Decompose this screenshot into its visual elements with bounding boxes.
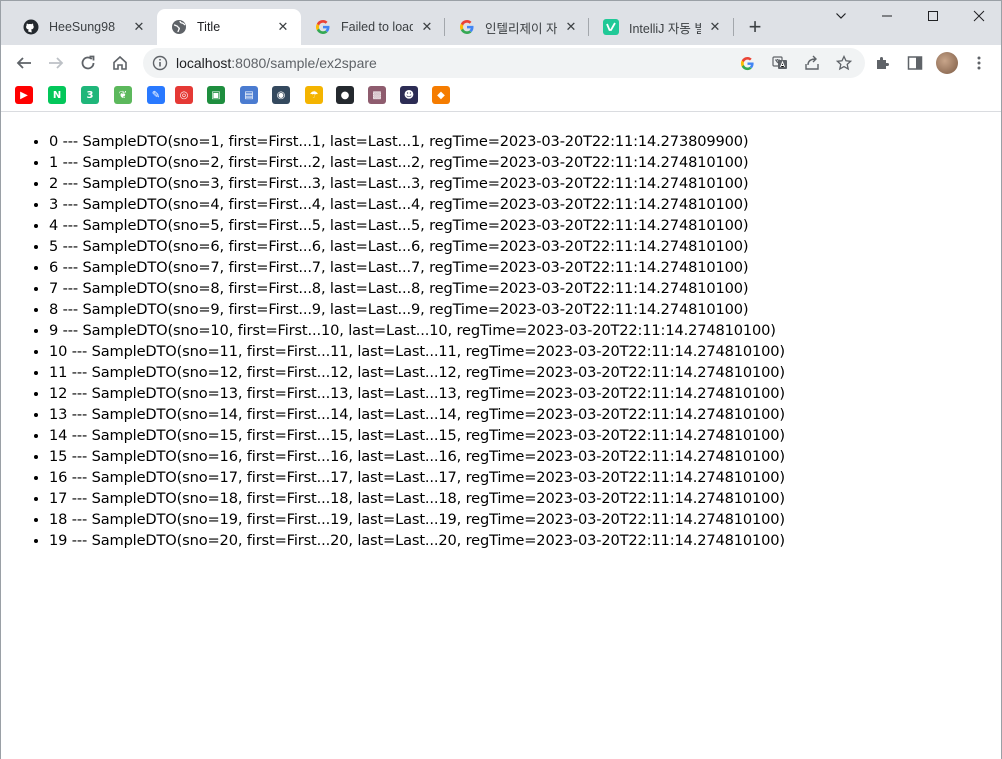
toolbar: localhost:8080/sample/ex2spare [1, 45, 1001, 81]
address-bar[interactable]: localhost:8080/sample/ex2spare [143, 48, 865, 78]
tab-title: Title [197, 20, 221, 34]
tab-title: Failed to load [341, 20, 413, 34]
list-item: 0 --- SampleDTO(sno=1, first=First...1, … [49, 131, 785, 152]
github-bookmark-icon[interactable]: ● [336, 86, 354, 104]
back-button[interactable] [10, 49, 38, 77]
tab-title: IntelliJ 자동 빌 [629, 21, 701, 36]
list-item: 1 --- SampleDTO(sno=2, first=First...2, … [49, 152, 785, 173]
more-vert-icon [977, 56, 981, 70]
globe-icon [171, 19, 187, 35]
lifebuoy-icon[interactable]: ◎ [175, 86, 193, 104]
share-icon[interactable] [801, 52, 823, 74]
reload-icon [81, 55, 95, 70]
list-item: 11 --- SampleDTO(sno=12, first=First...1… [49, 362, 785, 383]
list-item: 5 --- SampleDTO(sno=6, first=First...6, … [49, 236, 785, 257]
home-button[interactable] [106, 49, 134, 77]
google-icon [459, 19, 475, 35]
translate-icon[interactable] [769, 52, 791, 74]
arrow-left-icon [16, 57, 31, 69]
tab-intellij-auto-build[interactable]: IntelliJ 자동 빌 ✕ [589, 9, 733, 45]
close-icon[interactable]: ✕ [563, 19, 579, 35]
owl-icon[interactable]: ◉ [272, 86, 290, 104]
reload-button[interactable] [74, 49, 102, 77]
umbrella-icon[interactable]: ☂ [305, 86, 323, 104]
tab-title-active[interactable]: Title ✕ [157, 9, 301, 45]
star-icon[interactable] [833, 52, 855, 74]
close-icon[interactable]: ✕ [707, 19, 723, 35]
forward-button[interactable] [42, 49, 70, 77]
puzzle-icon [877, 57, 889, 69]
tab-intellij-ko[interactable]: 인텔리제이 자 ✕ [445, 9, 589, 45]
new-tab-button[interactable]: + [743, 14, 767, 39]
list-item: 16 --- SampleDTO(sno=17, first=First...1… [49, 467, 785, 488]
list-item: 14 --- SampleDTO(sno=15, first=First...1… [49, 425, 785, 446]
list-item: 13 --- SampleDTO(sno=14, first=First...1… [49, 404, 785, 425]
list-item: 19 --- SampleDTO(sno=20, first=First...2… [49, 530, 785, 551]
tab-failed-to-load[interactable]: Failed to load ✕ [301, 9, 445, 45]
page-content: 0 --- SampleDTO(sno=1, first=First...1, … [1, 113, 1001, 759]
info-icon[interactable] [152, 55, 168, 71]
browser-window: HeeSung98 ✕ Title ✕ Failed to load ✕ 인텔리… [0, 0, 1002, 759]
list-item: 2 --- SampleDTO(sno=3, first=First...3, … [49, 173, 785, 194]
cube-icon[interactable]: ◆ [432, 86, 450, 104]
chevron-down-icon [836, 13, 846, 19]
tab-divider [444, 18, 445, 36]
bookmark-green-icon[interactable]: 3 [81, 86, 99, 104]
list-item: 7 --- SampleDTO(sno=8, first=First...8, … [49, 278, 785, 299]
bookmarks-bar: ▶ N 3 ❦ ✎ ◎ ▣ ▤ ◉ ☂ ● ▩ ☻ ◆ [1, 81, 1001, 112]
minimize-icon [882, 15, 892, 17]
github-icon [23, 19, 39, 35]
close-icon[interactable]: ✕ [275, 19, 291, 35]
tab-title: 인텔리제이 자 [485, 21, 557, 36]
list-item: 8 --- SampleDTO(sno=9, first=First...9, … [49, 299, 785, 320]
arrow-right-icon [49, 57, 64, 69]
list-item: 17 --- SampleDTO(sno=18, first=First...1… [49, 488, 785, 509]
minimize-button[interactable] [864, 1, 910, 31]
maximize-icon [928, 11, 938, 21]
list-item: 18 --- SampleDTO(sno=19, first=First...1… [49, 509, 785, 530]
close-icon[interactable]: ✕ [131, 19, 147, 35]
maximize-button[interactable] [910, 1, 956, 31]
side-panel-icon [907, 56, 923, 70]
list-item: 12 --- SampleDTO(sno=13, first=First...1… [49, 383, 785, 404]
list-item: 15 --- SampleDTO(sno=16, first=First...1… [49, 446, 785, 467]
sample-list: 0 --- SampleDTO(sno=1, first=First...1, … [49, 131, 785, 551]
menu-button[interactable] [965, 49, 993, 77]
url-path: :8080/sample/ex2spare [231, 55, 377, 71]
dbdiagram-icon[interactable]: ▤ [240, 86, 258, 104]
tab-divider [588, 18, 589, 36]
extensions-button[interactable] [869, 49, 897, 77]
classroom-icon[interactable]: ▣ [207, 86, 225, 104]
photo-icon[interactable]: ▩ [368, 86, 386, 104]
character-icon[interactable]: ☻ [400, 86, 418, 104]
close-icon [973, 10, 985, 22]
url-text: localhost:8080/sample/ex2spare [176, 55, 377, 71]
list-item: 3 --- SampleDTO(sno=4, first=First...4, … [49, 194, 785, 215]
profile-avatar[interactable] [936, 52, 958, 74]
list-item: 9 --- SampleDTO(sno=10, first=First...10… [49, 320, 785, 341]
tab-strip: HeeSung98 ✕ Title ✕ Failed to load ✕ 인텔리… [1, 1, 1001, 45]
naver-icon[interactable]: N [48, 86, 66, 104]
google-lens-icon[interactable] [736, 52, 758, 74]
side-panel-button[interactable] [901, 49, 929, 77]
tab-divider [733, 18, 734, 36]
leaf-icon[interactable]: ❦ [114, 86, 132, 104]
close-window-button[interactable] [956, 1, 1002, 31]
velog-icon [603, 19, 619, 35]
tab-title: HeeSung98 [49, 20, 116, 34]
feather-icon[interactable]: ✎ [147, 86, 165, 104]
home-icon [113, 55, 127, 70]
list-item: 4 --- SampleDTO(sno=5, first=First...5, … [49, 215, 785, 236]
list-item: 6 --- SampleDTO(sno=7, first=First...7, … [49, 257, 785, 278]
list-item: 10 --- SampleDTO(sno=11, first=First...1… [49, 341, 785, 362]
youtube-icon[interactable]: ▶ [15, 86, 33, 104]
tab-heesung98[interactable]: HeeSung98 ✕ [9, 9, 157, 45]
url-host: localhost [176, 55, 232, 71]
close-icon[interactable]: ✕ [419, 19, 435, 35]
google-icon [315, 19, 331, 35]
tab-search-button[interactable] [818, 1, 864, 31]
